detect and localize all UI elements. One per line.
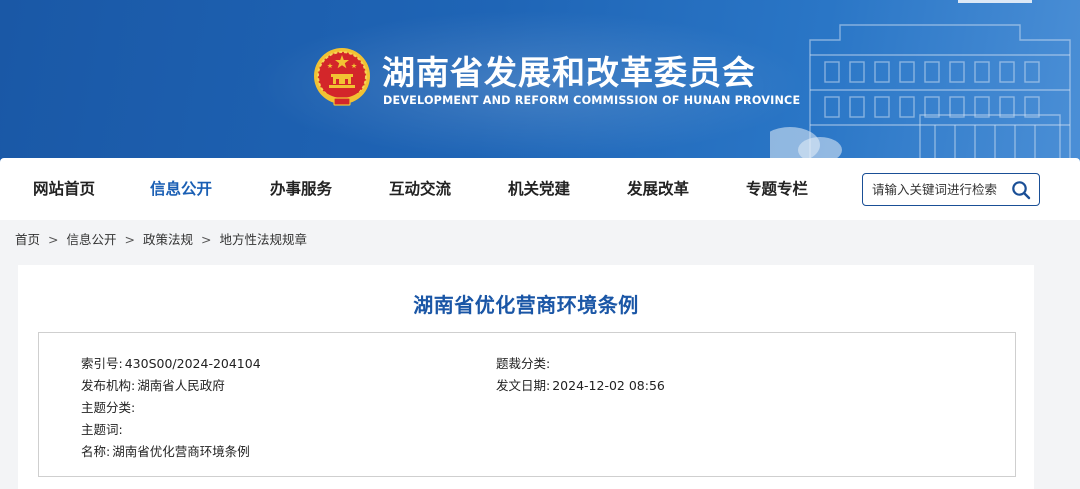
search-placeholder: 请输入关键词进行检索 [872,182,998,197]
nav-item-services[interactable]: 办事服务 [270,158,332,220]
search-icon[interactable] [1011,180,1031,200]
nav-item-party-building[interactable]: 机关党建 [508,158,570,220]
meta-value: 430S00/2024-204104 [124,356,261,371]
meta-value: 2024-12-02 08:56 [552,378,665,393]
meta-label: 索引号: [81,356,123,371]
article-metadata-table: 索引号: 430S00/2024-204104 发布机构: 湖南省人民政府 主题分类… [38,332,1016,477]
nav-item-information-disclosure[interactable]: 信息公开 [150,158,212,220]
article-title: 湖南省优化营商环境条例 [413,293,639,317]
meta-label: 发布机构: [81,378,136,393]
meta-name: 名称: 湖南省优化营商环境条例 [81,441,250,460]
meta-label: 主题分类: [81,400,136,415]
meta-topic-category: 主题分类: [81,397,137,416]
breadcrumb-item-local-regulations[interactable]: 地方性法规规章 [220,232,308,247]
search-input[interactable]: 请输入关键词进行检索 [862,173,1040,206]
breadcrumb-separator: > [48,232,59,247]
meta-issue-date: 发文日期: 2024-12-02 08:56 [496,375,665,394]
meta-label: 发文日期: [496,378,551,393]
nav-item-special-topics[interactable]: 专题专栏 [746,158,808,220]
breadcrumb-item-information-disclosure[interactable]: 信息公开 [67,232,117,247]
breadcrumb-separator: > [124,232,135,247]
meta-label: 题裁分类: [496,356,551,371]
breadcrumb: 首页 > 信息公开 > 政策法规 > 地方性法规规章 [15,229,307,248]
meta-value: 湖南省人民政府 [137,378,225,393]
nav-item-home[interactable]: 网站首页 [33,158,95,220]
nav-item-development-reform[interactable]: 发展改革 [627,158,689,220]
site-subtitle: DEVELOPMENT AND REFORM COMMISSION OF HUN… [383,94,801,107]
national-emblem-icon [314,48,370,106]
meta-index-number: 索引号: 430S00/2024-204104 [81,353,261,372]
meta-label: 主题词: [81,422,123,437]
breadcrumb-item-home[interactable]: 首页 [15,232,40,247]
meta-genre-category: 题裁分类: [496,353,552,372]
nav-item-interaction[interactable]: 互动交流 [389,158,451,220]
site-title: 湖南省发展和改革委员会 [382,53,756,92]
main-navigation: 网站首页 信息公开 办事服务 互动交流 机关党建 发展改革 专题专栏 请输入关键… [0,158,1080,220]
site-banner: 湖南省发展和改革委员会 DEVELOPMENT AND REFORM COMMI… [0,0,1080,162]
meta-value: 湖南省优化营商环境条例 [112,444,250,459]
meta-keywords: 主题词: [81,419,125,438]
breadcrumb-separator: > [201,232,212,247]
meta-label: 名称: [81,444,111,459]
meta-publisher: 发布机构: 湖南省人民政府 [81,375,225,394]
government-building-illustration [770,24,1071,162]
article-card: 湖南省优化营商环境条例 索引号: 430S00/2024-204104 发布机构:… [18,265,1034,489]
breadcrumb-item-policies[interactable]: 政策法规 [143,232,193,247]
